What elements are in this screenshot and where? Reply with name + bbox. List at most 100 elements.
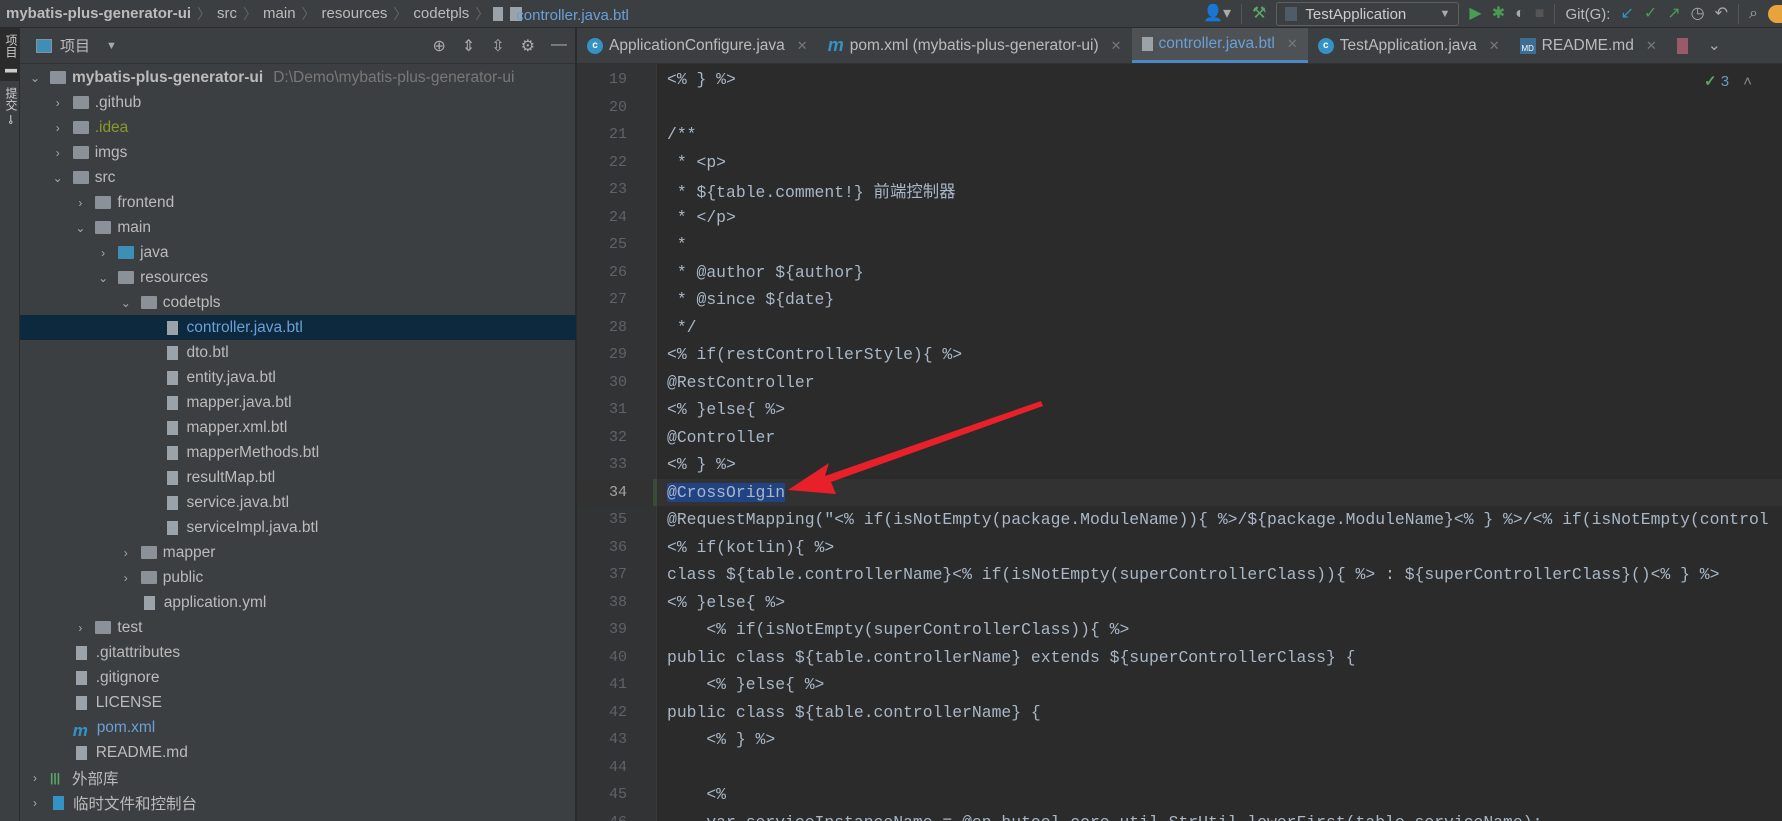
chevron-right-icon[interactable]: › — [28, 771, 42, 785]
close-icon[interactable]: ✕ — [1111, 38, 1122, 54]
chevron-right-icon[interactable]: › — [51, 96, 65, 110]
code-text[interactable]: public class ${table.controllerName} ext… — [667, 648, 1356, 667]
code-text[interactable]: * <p> — [667, 153, 726, 172]
code-text[interactable]: * ${table.comment!} 前端控制器 — [667, 178, 956, 202]
tree-item[interactable]: entity.java.btl — [20, 365, 576, 390]
code-text[interactable]: var serviceInstanceName = @cn.hutool.cor… — [667, 813, 1542, 821]
chevron-right-icon[interactable]: › — [73, 196, 87, 210]
search-icon[interactable]: ⌕ — [1749, 6, 1758, 22]
tree-item[interactable]: › test — [20, 615, 576, 640]
tree-item[interactable]: › .github — [20, 90, 576, 115]
tree-item[interactable]: m pom.xml — [20, 715, 576, 741]
tab[interactable]: c TestApplication.java ✕ — [1308, 28, 1510, 63]
code-text[interactable]: @Controller — [667, 428, 775, 447]
debug-icon[interactable]: ✱ — [1492, 6, 1505, 22]
tree-item[interactable]: › public — [20, 565, 576, 590]
chevron-down-icon[interactable]: ⌄ — [51, 171, 65, 185]
chevron-down-icon[interactable]: ⌄ — [96, 271, 110, 285]
code-text[interactable]: */ — [667, 318, 697, 337]
tree-item[interactable]: application.yml — [20, 590, 576, 615]
chevron-down-icon[interactable]: ⌄ — [119, 296, 133, 310]
tree-item[interactable]: mapper.xml.btl — [20, 415, 576, 440]
code-text[interactable]: @RequestMapping("<% if(isNotEmpty(packag… — [667, 510, 1769, 529]
tree-item[interactable]: dto.btl — [20, 340, 576, 365]
code-editor[interactable]: 19 <% } %> 20 21/** 22 * <p> 23 * ${table.com… — [577, 64, 1782, 821]
breadcrumb-project[interactable]: mybatis-plus-generator-ui — [0, 5, 197, 22]
tree-item[interactable]: serviceImpl.java.btl — [20, 515, 576, 540]
tab[interactable]: c ApplicationConfigure.java ✕ — [577, 28, 818, 63]
tree-item[interactable]: › mapper — [20, 540, 576, 565]
code-text[interactable]: * @since ${date} — [667, 290, 834, 309]
gear-icon[interactable]: ⚙ — [521, 36, 535, 56]
tree-item[interactable]: .gitignore — [20, 665, 576, 690]
tree-item[interactable]: › imgs — [20, 140, 576, 165]
tree-item[interactable]: .gitattributes — [20, 640, 576, 665]
code-text[interactable]: public class ${table.controllerName} { — [667, 703, 1041, 722]
tree-item[interactable]: › .idea — [20, 115, 576, 140]
tree-item[interactable]: controller.java.btl — [20, 315, 576, 340]
code-text[interactable]: class ${table.controllerName}<% if(isNot… — [667, 565, 1719, 584]
code-text[interactable]: <% — [667, 785, 726, 804]
code-text[interactable]: <% }else{ %> — [667, 593, 785, 612]
run-configuration-dropdown[interactable]: TestApplication ▼ — [1276, 2, 1460, 26]
breadcrumb-file[interactable]: controller.java.btl — [510, 6, 629, 24]
rollback-icon[interactable]: ↶ — [1715, 6, 1728, 22]
chevron-right-icon[interactable]: › — [73, 621, 87, 635]
tree-item[interactable]: ⌄ codetpls — [20, 290, 576, 315]
tree-item[interactable]: mapper.java.btl — [20, 390, 576, 415]
code-text[interactable]: <% }else{ %> — [667, 675, 824, 694]
code-text[interactable]: /** — [667, 125, 697, 144]
code-text[interactable]: * @author ${author} — [667, 263, 864, 282]
git-push-icon[interactable]: ↗ — [1667, 6, 1680, 22]
chevron-down-icon[interactable]: ⌄ — [28, 71, 42, 85]
tab[interactable]: m pom.xml (mybatis-plus-generator-ui) ✕ — [818, 28, 1132, 63]
code-text[interactable]: <% } %> — [667, 455, 736, 474]
code-text[interactable]: * </p> — [667, 208, 736, 227]
project-panel-title[interactable]: 项目 — [60, 35, 90, 56]
tree-item[interactable]: › ||| 外部库 — [20, 765, 576, 790]
inspection-widget[interactable]: ✓ 3 ˄ — [1704, 72, 1752, 90]
expand-all-icon[interactable]: ⇕ — [462, 36, 475, 56]
collapse-all-icon[interactable]: ⇳ — [491, 36, 504, 56]
chevron-right-icon[interactable]: › — [51, 121, 65, 135]
code-text[interactable]: <% }else{ %> — [667, 400, 785, 419]
code-text[interactable]: <% if(kotlin){ %> — [667, 538, 834, 557]
close-icon[interactable]: ✕ — [1489, 38, 1500, 54]
tree-item[interactable]: ⌄ src — [20, 165, 576, 190]
chevron-right-icon[interactable]: › — [51, 146, 65, 160]
code-text[interactable]: @RestController — [667, 373, 815, 392]
tree-item[interactable]: › 临时文件和控制台 — [20, 790, 576, 815]
code-text[interactable]: <% } %> — [667, 70, 736, 89]
chevron-right-icon[interactable]: › — [119, 546, 133, 560]
close-icon[interactable]: ✕ — [1287, 36, 1298, 52]
user-icon[interactable]: 👤▾ — [1203, 6, 1231, 22]
code-text[interactable]: * — [667, 235, 687, 254]
tree-item[interactable]: README.md — [20, 740, 576, 765]
breadcrumb-resources[interactable]: resources — [316, 5, 394, 22]
tree-item[interactable]: LICENSE — [20, 690, 576, 715]
code-text[interactable]: @CrossOrigin — [667, 482, 786, 502]
locate-icon[interactable]: ⊕ — [432, 36, 445, 56]
chevron-right-icon[interactable]: › — [96, 246, 110, 260]
chevron-right-icon[interactable]: › — [28, 796, 42, 810]
tree-item[interactable]: resultMap.btl — [20, 465, 576, 490]
code-text[interactable]: <% if(restControllerStyle){ %> — [667, 345, 962, 364]
code-text[interactable]: <% if(isNotEmpty(superControllerClass)){… — [667, 620, 1129, 639]
tree-item[interactable]: › frontend — [20, 190, 576, 215]
breadcrumb-src[interactable]: src — [211, 5, 243, 22]
chevron-down-icon[interactable]: ▼ — [106, 40, 117, 52]
close-icon[interactable]: ✕ — [797, 38, 808, 54]
breadcrumb-codetpls[interactable]: codetpls — [407, 5, 475, 22]
tree-item[interactable]: ⌄ mybatis-plus-generator-ui D:\Demo\mybati… — [20, 65, 576, 90]
hammer-build-icon[interactable]: ⚒ — [1252, 6, 1266, 22]
git-commit-icon[interactable]: ✓ — [1644, 6, 1657, 22]
update-badge-icon[interactable] — [1768, 5, 1782, 23]
more-tabs-button[interactable]: ⌄ — [1667, 28, 1731, 63]
tab[interactable]: MD README.md ✕ — [1510, 28, 1667, 63]
code-text[interactable]: <% } %> — [667, 730, 775, 749]
stop-icon[interactable]: ■ — [1535, 6, 1545, 22]
tree-item[interactable]: › java — [20, 240, 576, 265]
chevron-down-icon[interactable]: ⌄ — [73, 221, 87, 235]
tree-item[interactable]: mapperMethods.btl — [20, 440, 576, 465]
tab[interactable]: controller.java.btl ✕ — [1131, 28, 1308, 63]
